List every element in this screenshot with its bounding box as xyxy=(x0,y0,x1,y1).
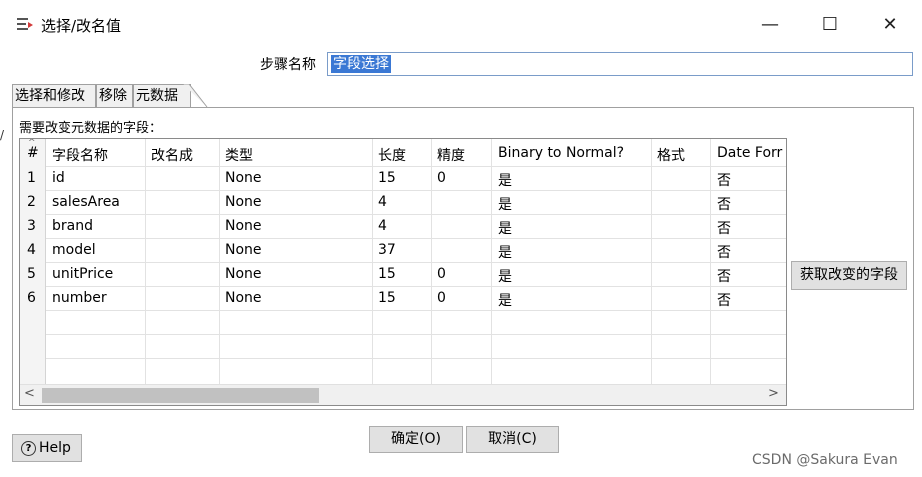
maximize-button[interactable]: ☐ xyxy=(810,10,850,40)
scroll-right-arrow-icon[interactable]: > xyxy=(768,386,779,401)
step-name-input[interactable]: 字段选择 xyxy=(327,52,913,76)
cell-type[interactable]: None xyxy=(225,290,262,306)
cell-length[interactable]: 37 xyxy=(378,242,396,258)
column-header-fieldname[interactable]: 字段名称 xyxy=(52,145,108,165)
cell-binary-to-normal[interactable]: 是 xyxy=(498,290,512,310)
column-header-format[interactable]: 格式 xyxy=(657,145,685,165)
cell-length[interactable]: 15 xyxy=(378,266,396,282)
cell-length[interactable]: 15 xyxy=(378,170,396,186)
help-button[interactable]: ? Help xyxy=(12,434,82,462)
step-name-value: 字段选择 xyxy=(331,55,391,73)
close-button[interactable]: ✕ xyxy=(870,10,910,40)
cell-field-name[interactable]: salesArea xyxy=(52,194,120,210)
cell-type[interactable]: None xyxy=(225,242,262,258)
column-header-rename[interactable]: 改名成 xyxy=(151,145,193,165)
minimize-button[interactable]: — xyxy=(750,10,790,40)
cell-row-index[interactable]: 2 xyxy=(27,194,36,210)
cell-field-name[interactable]: id xyxy=(52,170,65,186)
cell-type[interactable]: None xyxy=(225,266,262,282)
cell-date-format[interactable]: 否 xyxy=(717,290,731,310)
fields-label: 需要改变元数据的字段： xyxy=(19,121,163,136)
cell-binary-to-normal[interactable]: 是 xyxy=(498,242,512,262)
tab-select-modify[interactable]: 选择和修改 xyxy=(12,84,96,108)
cell-type[interactable]: None xyxy=(225,194,262,210)
window-title: 选择/改名值 xyxy=(41,17,122,35)
column-header-length[interactable]: 长度 xyxy=(378,145,406,165)
tab-remove[interactable]: 移除 xyxy=(96,84,133,108)
cell-precision[interactable]: 0 xyxy=(437,290,446,306)
tab-metadata-edge xyxy=(183,84,208,108)
cell-length[interactable]: 15 xyxy=(378,290,396,306)
cell-date-format[interactable]: 否 xyxy=(717,170,731,190)
column-header-precision[interactable]: 精度 xyxy=(437,145,465,165)
cell-date-format[interactable]: 否 xyxy=(717,194,731,214)
cell-date-format[interactable]: 否 xyxy=(717,218,731,238)
cell-binary-to-normal[interactable]: 是 xyxy=(498,218,512,238)
help-label: Help xyxy=(39,440,71,456)
cell-row-index[interactable]: 6 xyxy=(27,290,36,306)
cell-field-name[interactable]: model xyxy=(52,242,96,258)
cell-row-index[interactable]: 5 xyxy=(27,266,36,282)
get-changed-fields-button[interactable]: 获取改变的字段 xyxy=(791,261,907,290)
watermark: CSDN @Sakura Evan xyxy=(752,452,898,468)
cell-field-name[interactable]: brand xyxy=(52,218,93,234)
metadata-table: ^ # 字段名称 改名成 类型 长度 精度 Binary to Normal? … xyxy=(19,138,787,406)
cell-length[interactable]: 4 xyxy=(378,218,387,234)
column-header-binary-to-normal[interactable]: Binary to Normal? xyxy=(498,145,624,161)
cell-binary-to-normal[interactable]: 是 xyxy=(498,266,512,286)
column-header-date-format[interactable]: Date Forr xyxy=(717,145,782,161)
column-header-index[interactable]: # xyxy=(27,145,39,161)
help-icon: ? xyxy=(21,440,36,456)
cell-row-index[interactable]: 4 xyxy=(27,242,36,258)
ok-button[interactable]: 确定(O) xyxy=(369,426,463,453)
horizontal-scrollbar[interactable]: < > xyxy=(20,384,786,405)
cell-binary-to-normal[interactable]: 是 xyxy=(498,170,512,190)
cell-precision[interactable]: 0 xyxy=(437,170,446,186)
step-name-label: 步骤名称 xyxy=(260,57,316,73)
scrollbar-thumb[interactable] xyxy=(42,388,319,403)
cell-date-format[interactable]: 否 xyxy=(717,242,731,262)
cell-row-index[interactable]: 3 xyxy=(27,218,36,234)
cell-row-index[interactable]: 1 xyxy=(27,170,36,186)
scroll-left-arrow-icon[interactable]: < xyxy=(24,386,35,401)
cell-field-name[interactable]: unitPrice xyxy=(52,266,113,282)
cell-precision[interactable]: 0 xyxy=(437,266,446,282)
cell-type[interactable]: None xyxy=(225,170,262,186)
column-header-type[interactable]: 类型 xyxy=(225,145,253,165)
cell-type[interactable]: None xyxy=(225,218,262,234)
cancel-button[interactable]: 取消(C) xyxy=(466,426,559,453)
cell-date-format[interactable]: 否 xyxy=(717,266,731,286)
cell-binary-to-normal[interactable]: 是 xyxy=(498,194,512,214)
cell-length[interactable]: 4 xyxy=(378,194,387,210)
app-icon xyxy=(17,18,33,30)
cell-field-name[interactable]: number xyxy=(52,290,107,306)
